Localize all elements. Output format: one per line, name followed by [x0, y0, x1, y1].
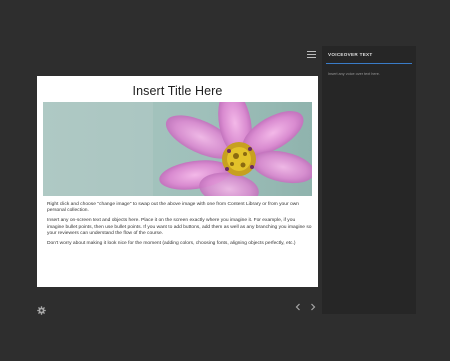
slide-body-text[interactable]: Right click and choose "change image" to…: [47, 202, 312, 251]
voiceover-panel: VOICEOVER TEXT Insert any voice over tex…: [322, 46, 416, 314]
paragraph: Insert any on-screen text and objects he…: [47, 218, 312, 236]
voiceover-text-field[interactable]: Insert any voice over text here.: [328, 72, 380, 76]
previous-slide-button[interactable]: [294, 302, 302, 312]
paragraph: Don't worry about making it look nice fo…: [47, 241, 296, 247]
chevron-left-icon: [295, 303, 300, 311]
voiceover-tab-underline: [326, 63, 412, 64]
slide-image[interactable]: [43, 102, 312, 196]
slide-canvas: Insert Title Here Right click and choose…: [37, 76, 318, 287]
gear-icon: [37, 306, 46, 315]
slide-title[interactable]: Insert Title Here: [37, 84, 318, 98]
hamburger-menu-icon: [307, 51, 316, 58]
panel-menu-button[interactable]: [307, 51, 316, 58]
paragraph: Right click and choose "change image" to…: [47, 202, 299, 214]
chevron-right-icon: [311, 303, 316, 311]
voiceover-title: VOICEOVER TEXT: [328, 52, 373, 57]
flower-image: [43, 102, 312, 196]
settings-button[interactable]: [37, 302, 46, 315]
next-slide-button[interactable]: [309, 302, 317, 312]
